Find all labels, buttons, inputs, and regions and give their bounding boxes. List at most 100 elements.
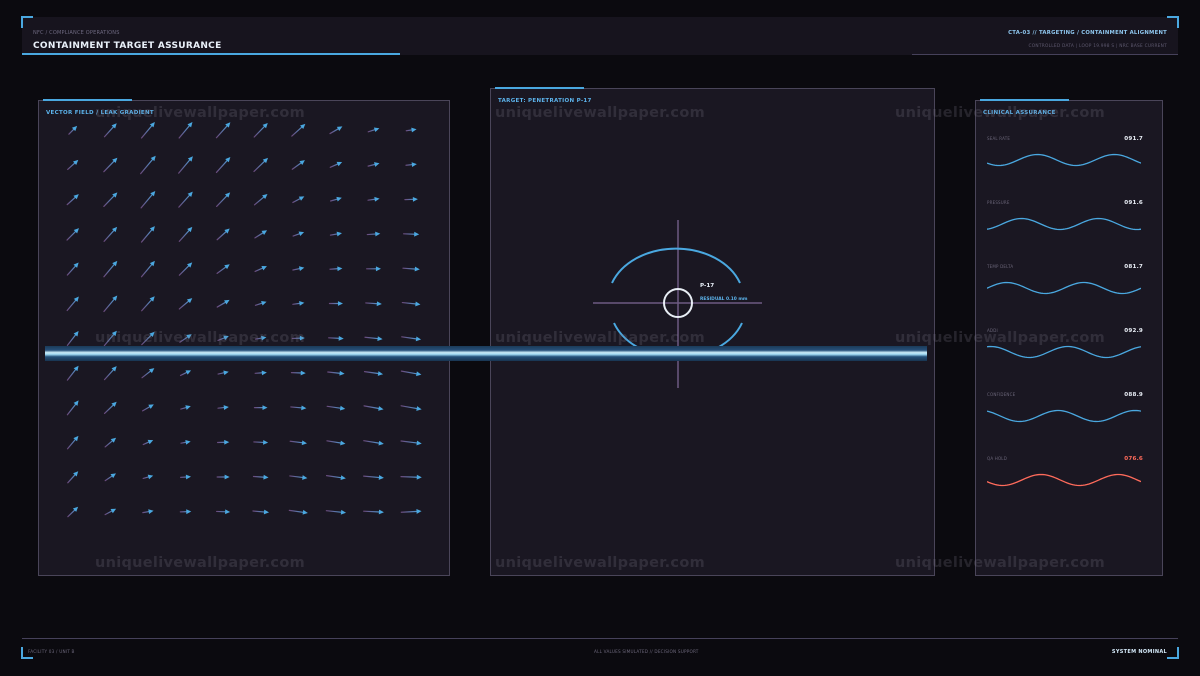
vector-arrow-shaft (66, 438, 77, 450)
vector-arrow-shaft (216, 301, 227, 308)
vector-arrow (103, 226, 118, 242)
breadcrumb: NFC / COMPLIANCE OPERATIONS (33, 30, 120, 36)
vector-arrow (103, 123, 117, 138)
vector-arrow-shaft (292, 232, 301, 237)
vector-arrow (325, 509, 347, 515)
vector-arrow (180, 439, 191, 445)
vector-arrow (104, 473, 116, 482)
vector-arrow-shaft (405, 163, 414, 166)
vector-arrow (252, 474, 269, 480)
vector-arrow-shaft (179, 335, 190, 343)
vector-arrow-shaft (141, 405, 151, 412)
vector-arrow-shaft (217, 406, 226, 409)
vector-arrow (329, 196, 342, 202)
vector-arrow-shaft (292, 267, 302, 271)
waveform-line (987, 345, 1141, 359)
metric-value: 081.7 (1124, 264, 1143, 270)
vector-arrow-head (411, 162, 417, 168)
vector-arrow-head (302, 475, 308, 480)
vector-arrow-head (300, 370, 306, 376)
vector-arrow-shaft (328, 337, 341, 339)
metric-label: QA HOLD (987, 456, 1008, 461)
vector-arrow (365, 301, 382, 307)
vector-arrow-head (261, 335, 267, 341)
vector-arrow-shaft (104, 475, 114, 482)
vector-arrow-shaft (178, 158, 191, 174)
vector-arrow (254, 266, 267, 273)
vector-arrow (180, 405, 191, 410)
vector-arrow-shaft (66, 298, 77, 312)
vector-arrow-head (185, 405, 191, 410)
vector-arrow-head (299, 160, 305, 165)
metric-label: SEAL RATE (987, 136, 1011, 141)
waveform-line (987, 473, 1141, 487)
vector-arrow-shaft (329, 127, 340, 135)
vector-arrow (366, 266, 381, 272)
vector-arrow-head (301, 440, 307, 446)
metric-row: TEMP DELTA 081.7 (976, 262, 1162, 326)
vector-arrow (103, 192, 118, 208)
vector-arrow-shaft (253, 441, 265, 444)
vector-arrow (288, 509, 308, 515)
vector-arrow-shaft (66, 368, 77, 381)
vector-arrow-head (147, 474, 154, 480)
vector-arrow (141, 296, 155, 312)
vector-arrow (216, 509, 231, 515)
vector-arrow (103, 260, 118, 278)
vector-arrow-head (339, 370, 345, 376)
vector-arrow-shaft (402, 267, 417, 270)
vector-arrow-head (414, 231, 420, 237)
vector-arrow (325, 475, 346, 481)
vector-arrow-shaft (104, 510, 114, 516)
vector-arrow-shaft (400, 405, 419, 410)
vector-arrow-shaft (254, 372, 264, 374)
vector-arrow-head (375, 266, 381, 272)
vector-arrow (103, 330, 117, 347)
vector-arrow-shaft (291, 161, 303, 170)
vector-arrow-shaft (329, 198, 339, 202)
vector-arrow (363, 440, 384, 446)
vector-arrow-head (224, 439, 230, 445)
waveform-line (987, 217, 1141, 231)
vector-arrow (140, 155, 156, 175)
vector-arrow (291, 123, 306, 137)
corner-bracket-icon (1167, 647, 1179, 659)
vector-arrow (255, 335, 267, 341)
vector-arrow-shaft (326, 440, 343, 444)
vector-arrow (103, 157, 118, 173)
vector-arrow-head (224, 264, 230, 270)
vector-arrow-head (376, 301, 382, 307)
vector-arrow-head (377, 371, 384, 376)
vector-arrow-shaft (103, 194, 116, 208)
vector-arrow-shaft (325, 475, 343, 479)
vector-arrow (327, 370, 345, 376)
hud-screen: NFC / COMPLIANCE OPERATIONS CONTAINMENT … (0, 0, 1200, 676)
vector-arrow (367, 196, 380, 202)
vector-arrow-shaft (367, 128, 377, 133)
vector-arrow (217, 335, 229, 341)
vector-arrow-shaft (103, 368, 115, 381)
vector-arrow (253, 122, 268, 138)
vector-arrow (142, 509, 154, 514)
vector-arrow-shaft (367, 198, 377, 201)
vector-arrow-shaft (366, 233, 377, 236)
vector-arrow (141, 404, 154, 412)
target-residual: RESIDUAL 0.10 mm (700, 296, 748, 302)
panel-accent (980, 99, 1069, 101)
vector-arrow-shaft (68, 128, 75, 135)
vector-arrow (180, 474, 191, 480)
vector-arrow (142, 474, 154, 480)
vector-arrow-shaft (253, 160, 266, 173)
vector-arrow (290, 405, 307, 411)
vector-arrow-shaft (291, 125, 303, 137)
vector-arrow (289, 440, 307, 446)
vector-arrow-head (337, 301, 343, 306)
vector-arrow-shaft (66, 230, 77, 241)
metric-waveform (987, 409, 1141, 423)
vector-arrow (253, 157, 269, 173)
vector-arrow-head (185, 439, 191, 445)
vector-arrow-shaft (252, 475, 266, 478)
vector-arrow-shaft (67, 473, 77, 484)
vector-arrow-shaft (140, 158, 154, 175)
vector-arrow (363, 371, 384, 376)
